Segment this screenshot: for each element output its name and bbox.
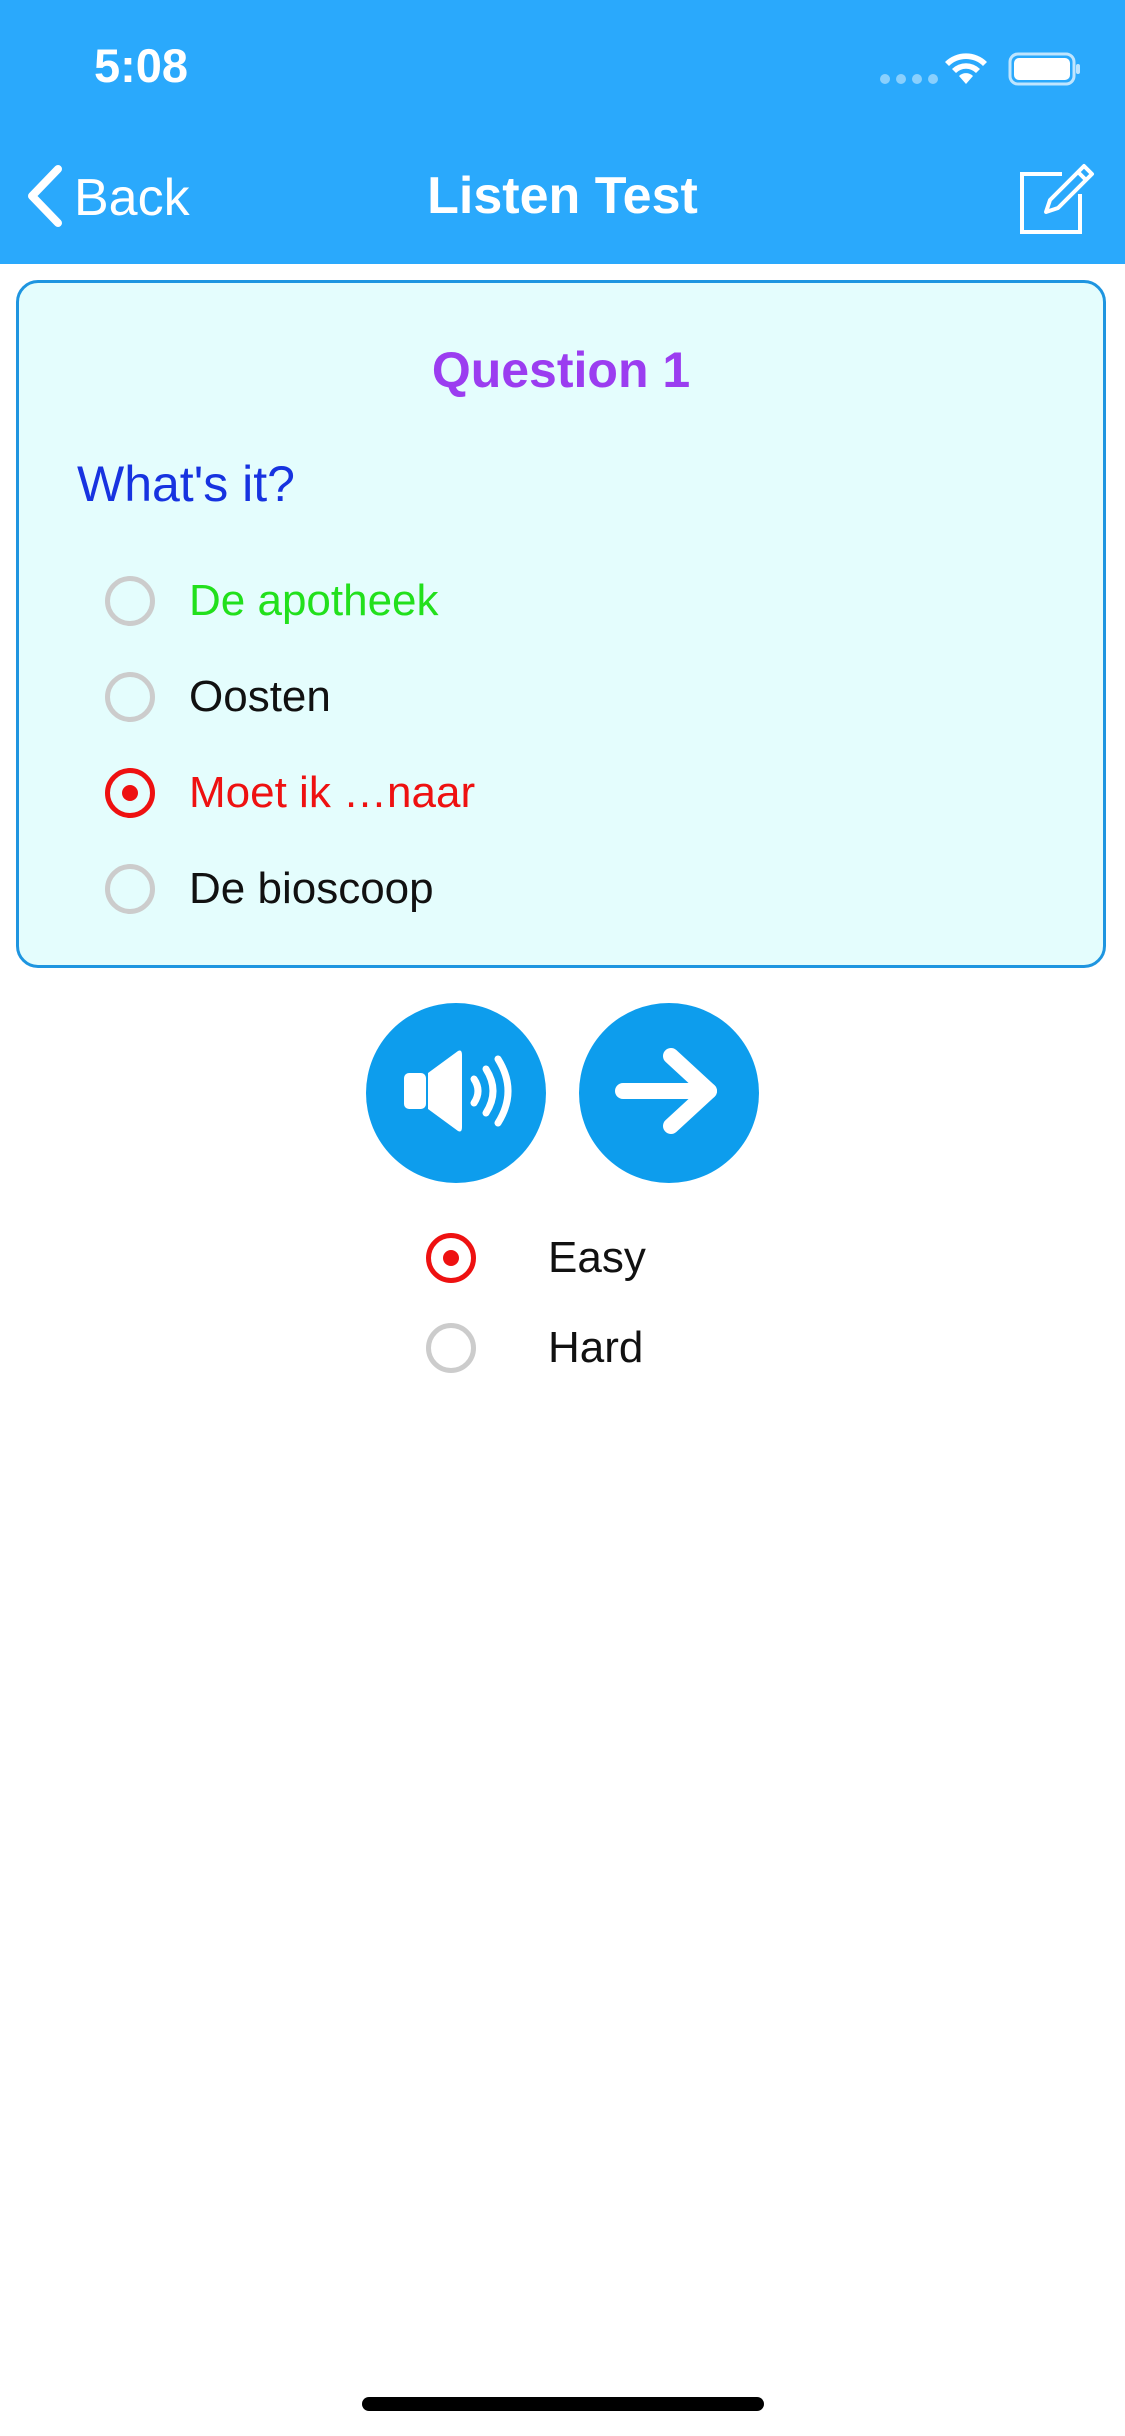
play-audio-button[interactable] [366,1003,546,1183]
radio-button-selected[interactable] [426,1233,476,1283]
answer-option[interactable]: Oosten [105,665,331,729]
difficulty-label: Easy [548,1233,646,1282]
radio-button-selected[interactable] [105,768,155,818]
difficulty-option-hard[interactable]: Hard [426,1316,643,1380]
speaker-icon [396,1041,516,1146]
answer-option[interactable]: Moet ik …naar [105,761,475,825]
status-time: 5:08 [94,39,189,92]
radio-button[interactable] [105,576,155,626]
question-heading: Question 1 [431,342,691,398]
battery-icon [1008,52,1082,91]
difficulty-label: Hard [548,1323,644,1372]
answer-option[interactable]: De bioscoop [105,857,434,921]
radio-button[interactable] [105,672,155,722]
answer-option-label: De apotheek [189,576,439,625]
question-prompt: What's it? [77,456,295,512]
page-title: Listen Test [427,167,698,225]
answer-option-label: Moet ik …naar [189,768,476,817]
wifi-icon [944,52,988,91]
edit-icon[interactable] [1016,160,1096,241]
radio-button[interactable] [105,864,155,914]
radio-button[interactable] [426,1323,476,1373]
answer-option[interactable]: De apotheek [105,569,439,633]
question-card: Question 1 What's it? De apotheek Oosten… [16,280,1106,968]
home-indicator[interactable] [362,2397,764,2411]
next-question-button[interactable] [579,1003,759,1183]
difficulty-option-easy[interactable]: Easy [426,1226,646,1290]
cellular-signal-icon [880,74,938,84]
answer-option-label: De bioscoop [189,864,434,913]
arrow-right-icon [613,1046,725,1141]
answer-option-label: Oosten [189,672,331,721]
